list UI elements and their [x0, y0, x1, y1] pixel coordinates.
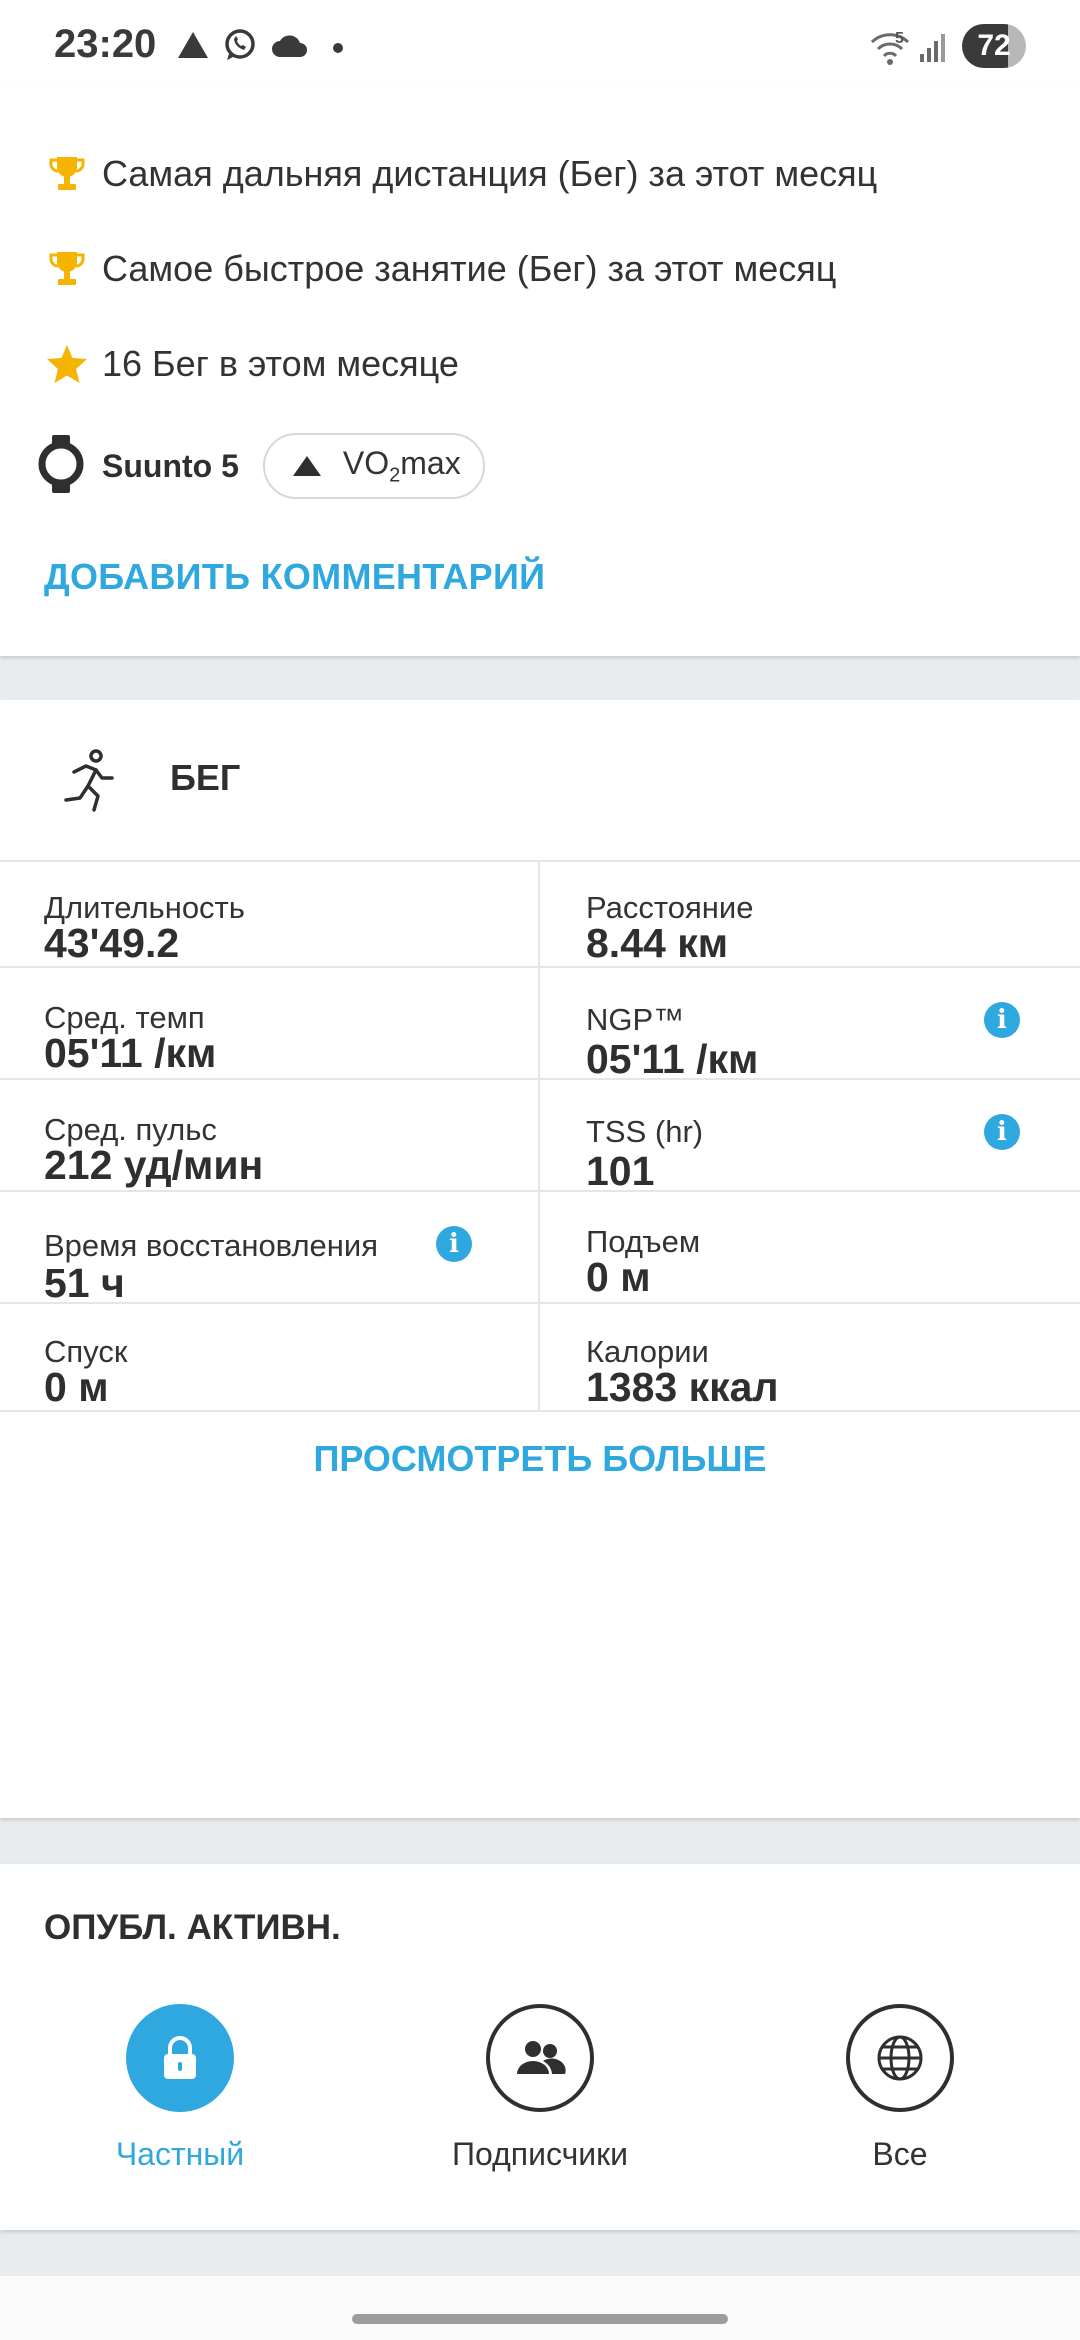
- stat-label: TSS (hr): [586, 1114, 704, 1149]
- info-icon[interactable]: i: [436, 1226, 472, 1262]
- info-icon[interactable]: i: [984, 1002, 1020, 1038]
- watch-icon: [38, 434, 84, 499]
- wifi-icon: [870, 33, 910, 65]
- signal-icon: [920, 34, 945, 62]
- stat-value: 8.44 км: [586, 920, 729, 966]
- stat-value: 05'11 /км: [44, 1030, 217, 1076]
- share-option-label: Частный: [115, 2136, 245, 2172]
- achievement-item: 16 Бег в этом месяце: [44, 334, 459, 394]
- globe-icon: [846, 2004, 954, 2112]
- vo2max-label: VO2max: [342, 444, 461, 487]
- achievement-text: 16 Бег в этом месяце: [102, 343, 459, 384]
- share-option-label: Подписчики: [451, 2136, 629, 2172]
- share-activity-card: ОПУБЛ. АКТИВН. Частный Подписчики Все: [0, 1864, 1080, 2230]
- stat-label: Время восстановления: [44, 1228, 378, 1263]
- share-option-private[interactable]: Частный: [60, 2004, 300, 2173]
- vo2max-triangle-icon: [292, 456, 321, 476]
- trophy-icon: [44, 151, 90, 197]
- whatsapp-icon: [225, 29, 255, 60]
- battery-indicator: 72: [962, 24, 1026, 68]
- warning-triangle-icon: [178, 32, 208, 58]
- wifi-badge: 5: [895, 30, 904, 47]
- achievement-text: Самое быстрое занятие (Бег) за этот меся…: [102, 248, 837, 289]
- stat-value: 0 м: [44, 1364, 109, 1410]
- stat-value: 0 м: [586, 1254, 651, 1300]
- status-bar: 23:20 5 72: [0, 0, 1080, 84]
- share-option-followers[interactable]: Подписчики: [420, 2004, 660, 2173]
- device-name: Suunto 5: [102, 447, 239, 484]
- device-row: Suunto 5 VO2max: [38, 433, 485, 499]
- lock-icon: [126, 2004, 234, 2112]
- achievement-item: Самая дальняя дистанция (Бег) за этот ме…: [44, 144, 877, 204]
- stat-label: NGP™: [586, 1002, 685, 1037]
- stat-tss: TSS (hr) 101 i: [540, 1080, 1080, 1194]
- stat-calories: Калории 1383 ккал: [540, 1304, 1080, 1412]
- share-option-everyone[interactable]: Все: [780, 2004, 1020, 2173]
- trophy-icon: [44, 246, 90, 292]
- cloud-icon: [272, 35, 307, 57]
- add-comment-button[interactable]: ДОБАВИТЬ КОММЕНТАРИЙ: [44, 556, 545, 598]
- achievement-item: Самое быстрое занятие (Бег) за этот меся…: [44, 239, 836, 299]
- stat-recovery-time: Время восстановления 51 ч i: [0, 1192, 540, 1306]
- star-icon: [44, 341, 90, 387]
- status-time: 23:20: [54, 22, 157, 66]
- stat-ascent: Подъем 0 м: [540, 1192, 1080, 1304]
- achievement-text: Самая дальняя дистанция (Бег) за этот ме…: [102, 153, 878, 194]
- view-more-button[interactable]: ПРОСМОТРЕТЬ БОЛЬШЕ: [0, 1412, 1080, 1530]
- stat-distance: Расстояние 8.44 км: [540, 860, 1080, 968]
- stat-descent: Спуск 0 м: [0, 1304, 540, 1412]
- info-icon[interactable]: i: [984, 1114, 1020, 1150]
- stat-value: 05'11 /км: [586, 1036, 759, 1082]
- dot-icon: [333, 43, 343, 53]
- stat-value: 212 уд/мин: [44, 1142, 264, 1188]
- stat-value: 51 ч: [44, 1260, 125, 1306]
- stat-avg-heart-rate: Сред. пульс 212 уд/мин: [0, 1080, 540, 1192]
- share-option-label: Все: [872, 2136, 928, 2172]
- achievements-card: Самая дальняя дистанция (Бег) за этот ме…: [0, 84, 1080, 656]
- bottom-strip: [0, 2276, 1080, 2340]
- stat-value: 1383 ккал: [586, 1364, 779, 1410]
- stat-avg-pace: Сред. темп 05'11 /км: [0, 968, 540, 1080]
- activity-stats-card: БЕГ Длительность 43'49.2 Расстояние 8.44…: [0, 700, 1080, 1818]
- stat-duration: Длительность 43'49.2: [0, 860, 540, 968]
- sport-header: БЕГ: [0, 700, 1080, 862]
- stat-ngp: NGP™ 05'11 /км i: [540, 968, 1080, 1082]
- vo2max-chip[interactable]: VO2max: [262, 433, 485, 499]
- sport-name: БЕГ: [170, 757, 241, 798]
- share-title: ОПУБЛ. АКТИВН.: [44, 1908, 341, 1947]
- stat-value: 101: [586, 1148, 655, 1194]
- stat-value: 43'49.2: [44, 920, 180, 966]
- home-indicator[interactable]: [352, 2314, 728, 2324]
- people-icon: [486, 2004, 594, 2112]
- running-icon: [60, 748, 116, 817]
